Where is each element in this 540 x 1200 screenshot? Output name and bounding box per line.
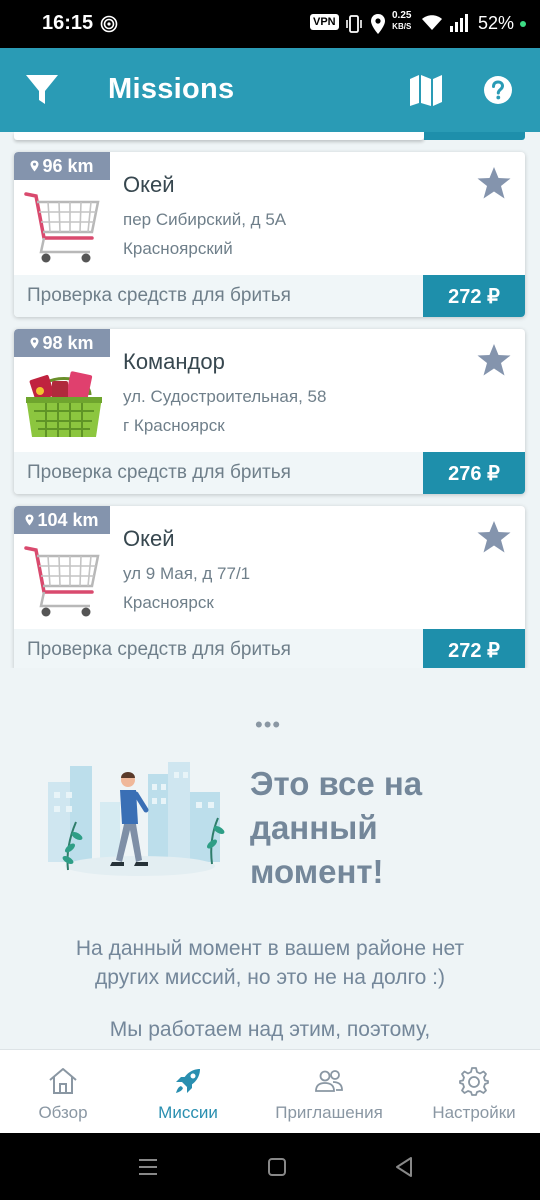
- end-title-line: данный: [250, 809, 378, 846]
- mission-task: Проверка средств для бритья: [27, 462, 291, 483]
- gear-icon: [459, 1067, 489, 1096]
- previous-card-price-edge: [424, 132, 525, 140]
- store-address: ул 9 Мая, д 77/1: [123, 564, 251, 583]
- end-text-line: На данный момент в вашем районе нет: [75, 937, 465, 960]
- bottom-navigation: Обзор Миссии Приглашения Настройки: [0, 1049, 540, 1133]
- price-badge: 272 ₽: [423, 275, 525, 317]
- mission-task: Проверка средств для бритья: [27, 285, 291, 306]
- nav-label: Настройки: [432, 1103, 516, 1122]
- distance-text: 104 km: [37, 509, 99, 530]
- end-of-list-title: Это все на данный момент!: [250, 762, 510, 894]
- favorite-star-icon[interactable]: [476, 520, 512, 554]
- people-icon: [315, 1070, 343, 1092]
- mission-card[interactable]: 98 km Командор ул. Судостроительная, 58 …: [14, 329, 525, 494]
- map-icon[interactable]: [408, 72, 444, 108]
- help-icon[interactable]: [482, 74, 514, 106]
- previous-card-edge: [14, 132, 424, 140]
- nav-invitations[interactable]: Приглашения: [264, 1050, 394, 1134]
- end-of-list-message-2: Мы работаем над этим, поэтому,: [109, 1018, 431, 1041]
- mission-footer: Проверка средств для бритья 272 ₽: [14, 629, 525, 668]
- grocery-basket-icon: [26, 371, 102, 437]
- location-icon: [371, 14, 385, 34]
- charging-dot: [520, 21, 526, 27]
- favorite-star-icon[interactable]: [476, 343, 512, 377]
- favorite-star-icon[interactable]: [476, 166, 512, 200]
- home-button[interactable]: [267, 1157, 287, 1177]
- distance-badge: 98 km: [14, 329, 110, 357]
- city-walk-illustration: [48, 762, 225, 876]
- distance-badge: 96 km: [14, 152, 110, 180]
- location-pin-icon: [30, 337, 39, 349]
- store-address: ул. Судостроительная, 58: [123, 387, 327, 406]
- status-bar: 16:15 VPN 0.25 KB/S 52%: [0, 0, 540, 48]
- store-name: Командор: [123, 349, 225, 374]
- filter-icon[interactable]: [24, 72, 60, 108]
- shopping-cart-icon: [24, 546, 100, 617]
- store-address: пер Сибирский, д 5А: [123, 210, 287, 229]
- mission-card[interactable]: 104 km Окей ул 9 Мая, д 77/1 Красноярск …: [14, 506, 525, 668]
- end-title-line: Это все на: [250, 765, 423, 802]
- nav-missions[interactable]: Миссии: [142, 1050, 234, 1134]
- end-text-line: других миссий, но это не на долго :): [95, 966, 445, 989]
- nav-settings[interactable]: Настройки: [422, 1050, 526, 1134]
- location-pin-icon: [30, 160, 39, 172]
- distance-badge: 104 km: [14, 506, 110, 534]
- store-city: Красноярский: [123, 239, 233, 258]
- net-speed-value: 0.25: [392, 10, 412, 21]
- vibrate-icon: [346, 15, 362, 33]
- location-pin-icon: [25, 514, 34, 526]
- nav-label: Обзор: [38, 1103, 88, 1122]
- store-city: Красноярск: [123, 593, 214, 612]
- vpn-badge: VPN: [310, 14, 339, 30]
- status-time: 16:15: [42, 12, 94, 34]
- radar-icon: [100, 15, 118, 33]
- back-button[interactable]: [394, 1156, 414, 1178]
- mission-footer: Проверка средств для бритья 272 ₽: [14, 275, 525, 317]
- battery-level: 52%: [478, 13, 515, 33]
- mission-card[interactable]: 96 km Окей пер Сибирский, д 5А Красноярс…: [14, 152, 525, 317]
- net-speed-unit: KB/S: [392, 22, 412, 31]
- wifi-icon: [422, 15, 442, 30]
- store-name: Окей: [123, 526, 175, 551]
- rocket-icon: [176, 1069, 200, 1093]
- loading-dots: •••: [255, 712, 282, 737]
- app-bar: Missions: [0, 48, 540, 132]
- recents-button[interactable]: [137, 1157, 159, 1177]
- missions-list[interactable]: 96 km Окей пер Сибирский, д 5А Красноярс…: [0, 132, 540, 668]
- nav-label: Миссии: [158, 1103, 218, 1122]
- system-navigation-bar: [0, 1133, 540, 1200]
- shopping-cart-icon: [24, 192, 100, 263]
- end-title-line: момент!: [250, 853, 384, 890]
- nav-label: Приглашения: [275, 1103, 383, 1122]
- store-name: Окей: [123, 172, 175, 197]
- mission-footer: Проверка средств для бритья 276 ₽: [14, 452, 525, 494]
- distance-text: 98 km: [42, 332, 94, 353]
- page-title: Missions: [108, 73, 235, 105]
- price-badge: 272 ₽: [423, 629, 525, 668]
- distance-text: 96 km: [42, 155, 94, 176]
- price-badge: 276 ₽: [423, 452, 525, 494]
- home-icon: [49, 1068, 77, 1094]
- net-speed: 0.25 KB/S: [392, 10, 411, 32]
- mission-task: Проверка средств для бритья: [27, 639, 291, 660]
- signal-icon: [450, 14, 468, 32]
- end-of-list-message: На данный момент в вашем районе нет друг…: [20, 934, 520, 992]
- store-city: г Красноярск: [123, 416, 225, 435]
- nav-overview[interactable]: Обзор: [18, 1050, 108, 1134]
